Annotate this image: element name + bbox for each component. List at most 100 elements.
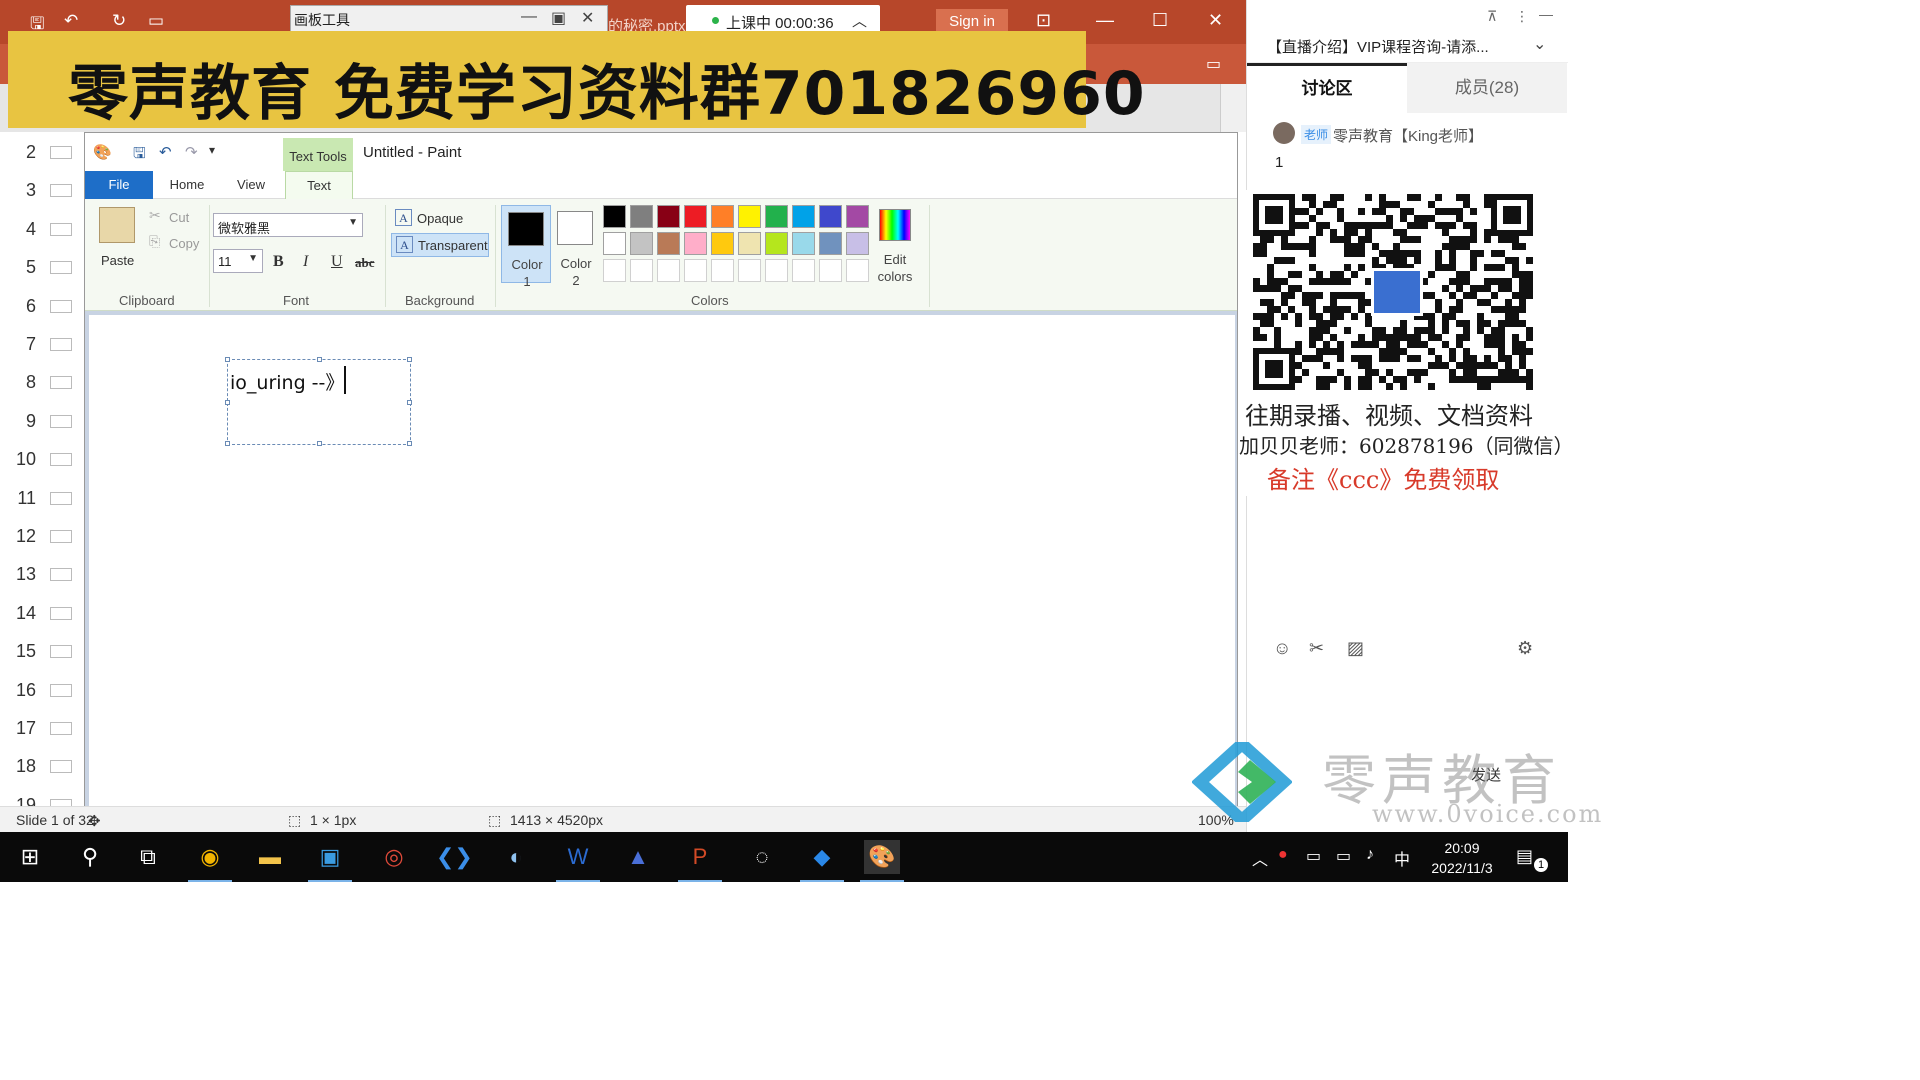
ime-indicator[interactable]: 中 xyxy=(1394,846,1410,870)
slide-preview[interactable] xyxy=(50,568,72,582)
underline-button[interactable]: U xyxy=(331,253,343,271)
slide-thumbnail[interactable]: 6 xyxy=(8,290,84,326)
drawing-canvas[interactable]: io_uring --》 xyxy=(89,315,1235,809)
slide-thumbnail[interactable]: 15 xyxy=(8,635,84,671)
palette-color-swatch[interactable] xyxy=(765,232,788,255)
palette-color-swatch[interactable] xyxy=(846,259,869,282)
palette-color-swatch[interactable] xyxy=(603,259,626,282)
palette-color-swatch[interactable] xyxy=(819,232,842,255)
slide-preview[interactable] xyxy=(50,530,72,543)
redo-icon[interactable]: ↻ xyxy=(112,11,126,31)
resize-handle[interactable] xyxy=(317,357,322,362)
slide-thumbnail[interactable]: 5 xyxy=(8,251,84,287)
palette-color-swatch[interactable] xyxy=(630,205,653,228)
tab-discussion[interactable]: 讨论区 xyxy=(1247,63,1407,113)
file-explorer-icon[interactable]: ▬ xyxy=(252,840,288,874)
present-icon[interactable]: ▭ xyxy=(148,11,164,31)
obs-icon[interactable]: ◌ xyxy=(744,840,780,874)
slide-thumbnail[interactable]: 3 xyxy=(8,174,84,210)
slide-preview[interactable] xyxy=(50,146,72,159)
slide-preview[interactable] xyxy=(50,414,72,428)
close-icon[interactable]: ✕ xyxy=(1208,10,1223,31)
slide-thumbnail[interactable]: 9 xyxy=(8,405,84,441)
maximize-icon[interactable]: ☐ xyxy=(1152,10,1168,31)
settings-icon[interactable]: ⚙ xyxy=(1517,638,1533,659)
comment-icon[interactable]: ▭ xyxy=(1206,54,1221,74)
palette-color-swatch[interactable] xyxy=(603,232,626,255)
font-family-select[interactable]: 微软雅黑 ▼ xyxy=(213,213,363,237)
app-icon[interactable]: ◆ xyxy=(800,840,844,882)
resize-handle[interactable] xyxy=(317,441,322,446)
slide-thumbnail[interactable]: 18 xyxy=(8,750,84,786)
save-icon[interactable]: 🖫 xyxy=(133,143,146,168)
slide-preview[interactable] xyxy=(50,299,72,313)
palette-color-swatch[interactable] xyxy=(711,205,734,228)
resize-handle[interactable] xyxy=(225,357,230,362)
palette-color-swatch[interactable] xyxy=(792,259,815,282)
italic-button[interactable]: I xyxy=(303,253,308,271)
text-box[interactable]: io_uring --》 xyxy=(225,357,412,446)
slide-preview[interactable] xyxy=(50,760,72,774)
slide-thumbnail[interactable]: 7 xyxy=(8,328,84,364)
palette-color-swatch[interactable] xyxy=(738,205,761,228)
palette-color-swatch[interactable] xyxy=(657,232,680,255)
start-icon[interactable]: ⊞ xyxy=(12,840,48,874)
clock[interactable]: 20:09 2022/11/3 xyxy=(1420,838,1504,878)
image-icon[interactable]: ▨ xyxy=(1347,638,1364,659)
opaque-option[interactable]: A Opaque xyxy=(391,207,489,231)
app-icon[interactable]: ▲ xyxy=(620,840,656,874)
slide-thumbnail[interactable]: 8 xyxy=(8,366,84,402)
redo-icon[interactable]: ↷ xyxy=(185,143,198,161)
tray-app-icon[interactable]: ● xyxy=(1278,846,1288,864)
palette-color-swatch[interactable] xyxy=(684,205,707,228)
slide-thumbnail[interactable]: 11 xyxy=(8,482,84,518)
tab-members[interactable]: 成员(28) xyxy=(1407,63,1567,113)
bold-button[interactable]: B xyxy=(273,253,284,271)
minimize-icon[interactable]: — xyxy=(521,8,537,26)
palette-color-swatch[interactable] xyxy=(684,232,707,255)
edit-colors-button[interactable]: Edit colors xyxy=(875,207,915,287)
ribbon-display-icon[interactable]: ⊡ xyxy=(1036,10,1051,31)
copy-button[interactable]: Copy xyxy=(169,236,199,251)
palette-color-swatch[interactable] xyxy=(846,232,869,255)
network-icon[interactable]: ▭ xyxy=(1306,846,1321,866)
palette-color-swatch[interactable] xyxy=(846,205,869,228)
palette-color-swatch[interactable] xyxy=(792,232,815,255)
slide-preview[interactable] xyxy=(50,645,72,659)
palette-color-swatch[interactable] xyxy=(711,232,734,255)
close-icon[interactable]: ✕ xyxy=(581,8,594,28)
paste-icon[interactable] xyxy=(99,207,135,243)
palette-color-swatch[interactable] xyxy=(657,259,680,282)
pin-icon[interactable]: ⊼ xyxy=(1487,8,1497,25)
slide-thumbnail[interactable]: 16 xyxy=(8,674,84,710)
volume-icon[interactable]: ♪ xyxy=(1366,846,1374,864)
palette-color-swatch[interactable] xyxy=(738,259,761,282)
slide-thumbnail[interactable]: 4 xyxy=(8,213,84,249)
display-icon[interactable]: ▭ xyxy=(1336,846,1351,866)
emoji-icon[interactable]: ☺ xyxy=(1273,638,1291,659)
scissors-icon[interactable]: ✂ xyxy=(1309,638,1324,659)
slide-thumbnail[interactable]: 2 xyxy=(8,136,84,172)
tab-text[interactable]: Text xyxy=(285,171,353,200)
chevron-up-icon[interactable]: ︿ xyxy=(1252,846,1268,870)
customize-qat-icon[interactable]: ▾ xyxy=(209,143,215,157)
cut-button[interactable]: Cut xyxy=(169,210,189,225)
palette-color-swatch[interactable] xyxy=(657,205,680,228)
resize-handle[interactable] xyxy=(225,400,230,405)
palette-color-swatch[interactable] xyxy=(738,232,761,255)
resize-handle[interactable] xyxy=(407,357,412,362)
palette-color-swatch[interactable] xyxy=(684,259,707,282)
slide-preview[interactable] xyxy=(50,606,72,620)
chrome-icon[interactable]: ◉ xyxy=(188,840,232,882)
slide-preview[interactable] xyxy=(50,453,72,467)
resize-handle[interactable] xyxy=(225,441,230,446)
palette-color-swatch[interactable] xyxy=(765,205,788,228)
font-size-select[interactable]: 11 ▼ xyxy=(213,249,263,273)
strikethrough-button[interactable]: abc xyxy=(355,255,375,271)
palette-color-swatch[interactable] xyxy=(711,259,734,282)
paste-button[interactable]: Paste xyxy=(101,253,134,268)
palette-color-swatch[interactable] xyxy=(603,205,626,228)
slide-thumbnail[interactable]: 12 xyxy=(8,520,84,556)
slide-preview[interactable] xyxy=(50,376,72,390)
color-1-button[interactable]: Color 1 xyxy=(501,205,551,289)
